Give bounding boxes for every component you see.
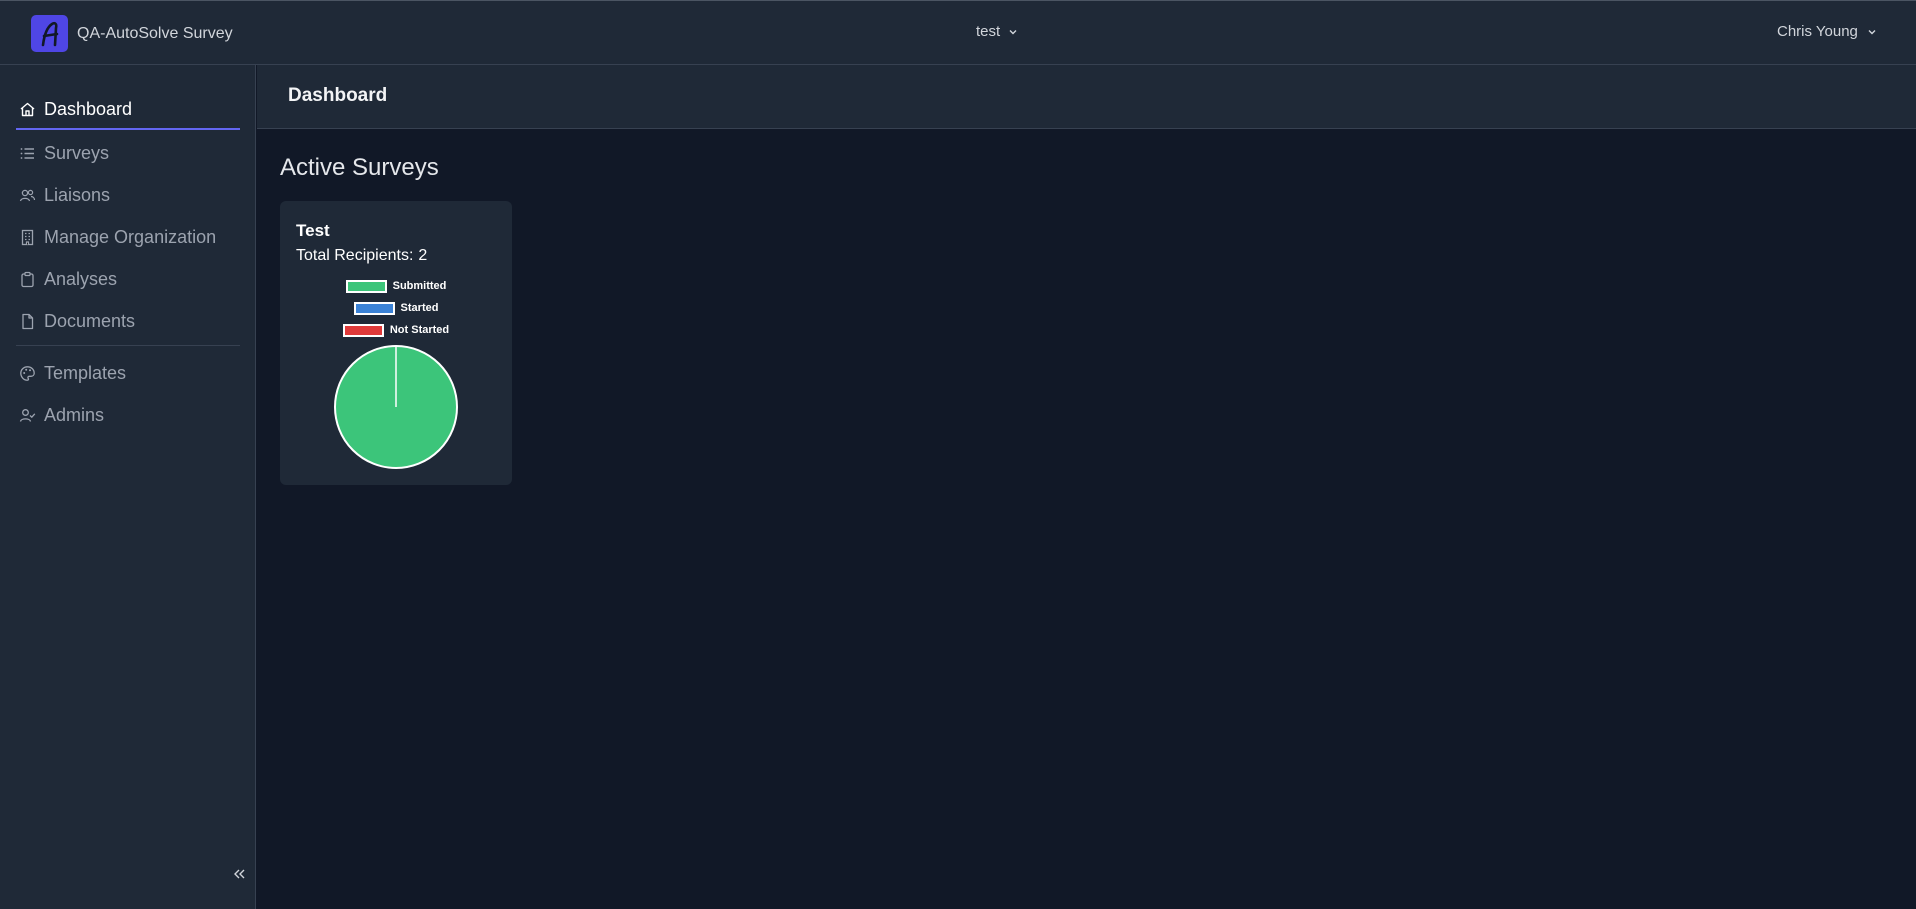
app-name: QA-AutoSolve Survey	[77, 24, 233, 42]
user-name: Chris Young	[1777, 23, 1858, 40]
sidebar-item-label: Liaisons	[44, 184, 111, 205]
app-logo-icon	[31, 15, 68, 52]
brand[interactable]: QA-AutoSolve Survey	[31, 15, 233, 52]
sidebar-item-label: Manage Organization	[44, 226, 217, 247]
sidebar-item-manage-organization[interactable]: Manage Organization	[16, 216, 240, 258]
user-check-icon	[19, 408, 36, 422]
sidebar-item-admins[interactable]: Admins	[16, 394, 240, 436]
legend-item-submitted[interactable]: Submitted	[280, 275, 512, 297]
legend-swatch	[342, 323, 384, 337]
sidebar-item-label: Templates	[44, 362, 127, 383]
content-header: Dashboard	[257, 65, 1916, 129]
top-bar: QA-AutoSolve Survey test Chris Young	[0, 0, 1916, 65]
sidebar-item-templates[interactable]: Templates	[16, 352, 240, 394]
organization-selector-label: test	[976, 23, 1001, 40]
sidebar-item-label: Documents	[44, 310, 136, 331]
page-title: Dashboard	[288, 85, 388, 106]
sidebar-item-surveys[interactable]: Surveys	[16, 132, 240, 174]
sidebar-divider	[16, 345, 240, 346]
total-recipients-count: 2	[418, 247, 428, 264]
sidebar-item-liaisons[interactable]: Liaisons	[16, 174, 240, 216]
sidebar-item-analyses[interactable]: Analyses	[16, 258, 240, 300]
section-title: Active Surveys	[280, 154, 439, 181]
legend-swatch	[345, 279, 387, 293]
sidebar-item-dashboard[interactable]: Dashboard	[16, 90, 240, 130]
palette-icon	[20, 365, 35, 381]
survey-title: Test	[296, 221, 330, 240]
sidebar-item-label: Surveys	[44, 142, 110, 163]
chevron-down-icon	[1009, 29, 1017, 34]
clipboard-icon	[21, 271, 34, 287]
sidebar-item-label: Admins	[44, 404, 105, 425]
sidebar-nav: Dashboard Surveys Liaisons Manage Organi…	[16, 90, 240, 436]
collapse-sidebar-button[interactable]	[229, 864, 249, 884]
survey-card[interactable]: Test Total Recipients: 2 Submitted Starte…	[280, 201, 512, 485]
legend-swatch	[353, 301, 395, 315]
home-icon	[20, 102, 35, 116]
total-recipients-label: Total Recipients:	[296, 247, 414, 264]
sidebar: Dashboard Surveys Liaisons Manage Organi…	[0, 65, 256, 909]
sidebar-item-label: Dashboard	[44, 98, 133, 119]
building-icon	[21, 229, 34, 245]
user-menu[interactable]: Chris Young	[1777, 23, 1877, 40]
legend-label: Started	[400, 302, 439, 314]
total-recipients: Total Recipients: 2	[296, 247, 427, 265]
organization-selector[interactable]: test	[976, 23, 1018, 40]
users-icon	[19, 189, 36, 201]
legend-label: Submitted	[392, 280, 447, 292]
chevron-down-icon	[1868, 29, 1876, 34]
legend-item-started[interactable]: Started	[280, 297, 512, 319]
list-icon	[20, 147, 34, 159]
double-chevron-left-icon	[234, 869, 245, 879]
pie-chart	[334, 345, 458, 469]
sidebar-item-label: Analyses	[44, 268, 118, 289]
legend-item-not-started[interactable]: Not Started	[280, 319, 512, 341]
legend-label: Not Started	[389, 324, 450, 336]
document-icon	[22, 313, 34, 329]
chart-legend: Submitted Started Not Started	[280, 275, 512, 341]
sidebar-item-documents[interactable]: Documents	[16, 300, 240, 342]
